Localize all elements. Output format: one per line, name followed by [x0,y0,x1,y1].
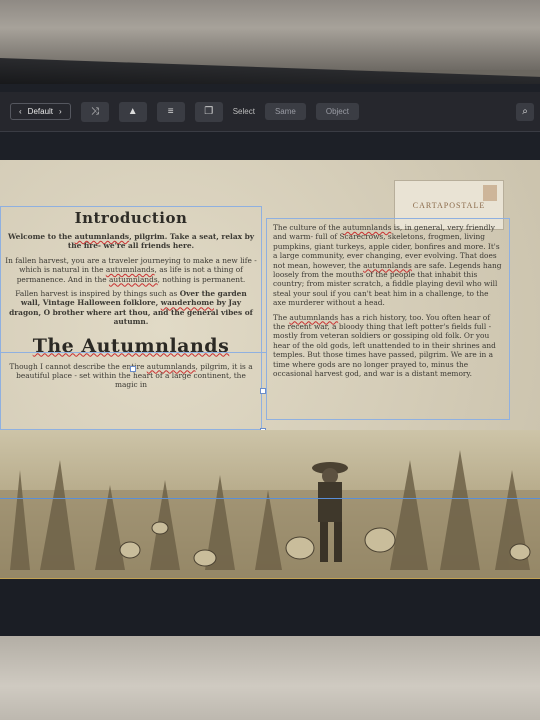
copy-icon[interactable]: ❐ [194,101,223,122]
text-span: Though I cannot describe the entire [9,361,147,371]
text-span: The [273,312,290,322]
inspiration-paragraph: Fallen harvest is inspired by things suc… [5,289,257,327]
same-button[interactable]: Same [264,103,306,120]
harvest-field-illustration [0,430,540,580]
stamp-text: CARTAPOSTALE [412,200,486,210]
field-artwork [0,450,540,580]
misspelled-word: wanderhome [160,298,214,308]
align-icon[interactable]: ≡ [156,101,185,122]
default-style-selector[interactable]: ‹ Default › [10,103,71,120]
desk-background-bottom [0,636,540,720]
misspelled-word: autumnlands [108,274,158,284]
text-span: has a rich history, too. You often hear … [273,312,496,379]
history-paragraph: The autumnlands has a rich history, too.… [273,313,503,379]
misspelled-word: autumnlands [74,232,130,241]
chevron-left-icon: ‹ [19,107,22,116]
editor-bottom-area [0,578,540,639]
fallen-harvest-paragraph: In fallen harvest, you are a traveler jo… [5,256,257,284]
shuffle-icon[interactable]: ⤨ [80,101,109,122]
selection-guide [0,352,266,353]
object-button[interactable]: Object [315,103,359,120]
culture-paragraph: The culture of the autumnlands is, in ge… [273,223,503,308]
misspelled-word: autumnlands [146,361,196,371]
text-span: The culture of the [273,223,343,232]
left-text-frame[interactable]: Introduction Welcome to the autumnlands,… [0,206,262,430]
right-text-frame[interactable]: The culture of the autumnlands is, in ge… [266,218,510,420]
autumnlands-heading: The Autumnlands [5,335,257,357]
heading-text: The Autumnlands [32,334,230,357]
misspelled-word: autumnlands [342,223,392,232]
resize-handle[interactable] [130,366,136,372]
text-span: Welcome to the [7,232,75,241]
search-icon[interactable]: ⌕ [516,102,534,121]
text-span: Fallen harvest is inspired by things suc… [15,289,180,299]
misspelled-word: autumnlands [105,265,155,275]
chevron-right-icon: › [59,107,62,116]
misspelled-word: autumnlands [363,260,412,270]
stamp-mark [483,185,497,201]
welcome-paragraph: Welcome to the autumnlands, pilgrim. Tak… [5,232,257,251]
editor-toolbar: ‹ Default › ⤨ ▲ ≡ ❐ Select Same Object ⌕ [0,92,540,132]
text-span: , nothing is permanent. [157,274,246,284]
triangle-icon[interactable]: ▲ [118,101,147,122]
default-label: Default [27,107,54,116]
introduction-heading: Introduction [74,209,188,227]
misspelled-word: autumnlands [289,312,339,322]
page-guide-line [0,498,540,499]
select-label: Select [232,107,255,116]
desk-background-top [0,0,540,70]
